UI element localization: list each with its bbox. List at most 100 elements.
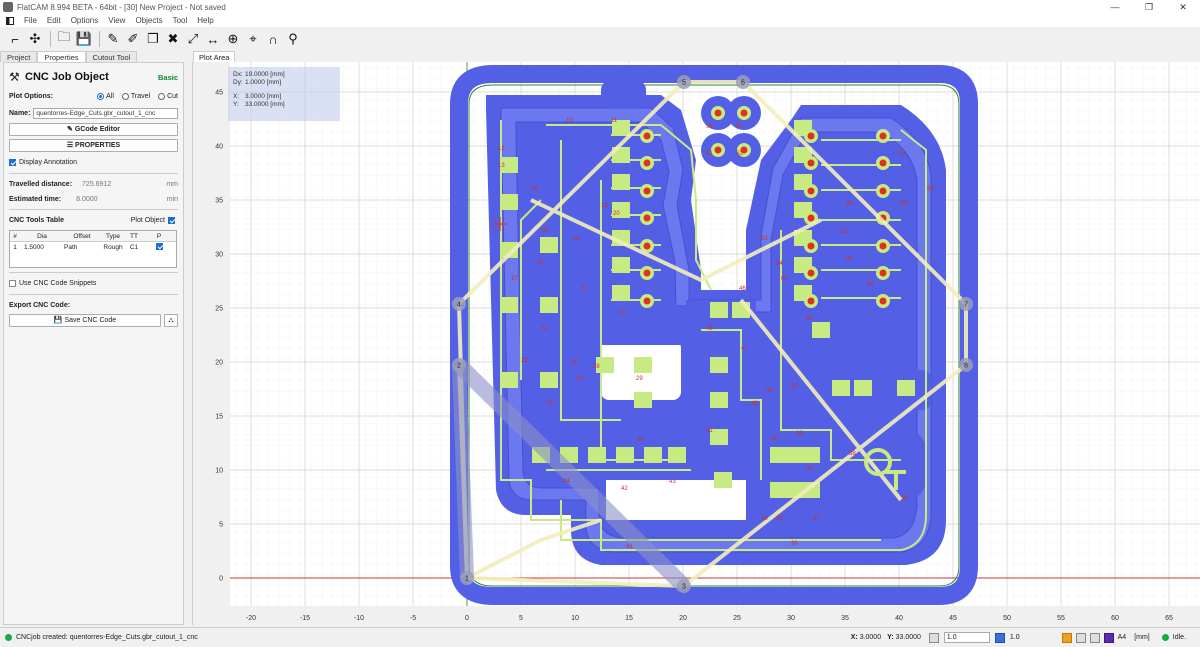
tab-cutout-tool[interactable]: Cutout Tool	[85, 51, 138, 62]
annotation-number: 61	[706, 151, 713, 157]
annotation-number: 51	[806, 316, 813, 322]
delete-icon[interactable]: ✖	[164, 30, 182, 48]
units-label[interactable]: [mm]	[1134, 634, 1150, 641]
status-y-value: 33.0000	[895, 634, 921, 641]
app-level-label[interactable]: Basic	[158, 73, 178, 82]
save-icon[interactable]: 💾	[75, 30, 93, 48]
drill-hole	[879, 269, 887, 277]
settings-icon[interactable]	[1075, 632, 1086, 643]
cnc-job-icon: ⚒	[9, 70, 20, 84]
plot-object-checkbox[interactable]	[168, 217, 175, 224]
table-row[interactable]: 1 1.5000 Path Rough C1	[10, 242, 176, 253]
screen-icon[interactable]	[1089, 632, 1100, 643]
travel-point-label: 1	[465, 576, 469, 583]
hud-icon[interactable]	[1103, 632, 1114, 643]
distance-icon[interactable]: ↔	[204, 30, 222, 48]
annotation-number: 32	[771, 436, 778, 442]
x-tick-label: 25	[733, 615, 741, 622]
location-pin-icon[interactable]: ⚲	[284, 30, 302, 48]
maximize-button[interactable]: ❐	[1132, 0, 1166, 14]
y-tick-label: 15	[215, 414, 223, 421]
edit-pencil-icon[interactable]: ✎	[104, 30, 122, 48]
save-cnc-code-button[interactable]: 💾 Save CNC Code	[9, 314, 161, 327]
plot-object-label: Plot Object	[130, 217, 165, 224]
menu-help[interactable]: Help	[192, 16, 218, 25]
snap-icon[interactable]	[1061, 632, 1072, 643]
tab-plot-area[interactable]: Plot Area	[193, 51, 236, 62]
annotation-number: 23	[521, 358, 528, 364]
menu-file[interactable]: File	[19, 16, 42, 25]
crosshair-icon[interactable]: ⊕	[224, 30, 242, 48]
grid-x-input[interactable]: 1.0	[943, 632, 990, 643]
plot-canvas[interactable]: 10 11121314151617181920212223242526272829…	[193, 62, 1200, 625]
pad	[802, 447, 820, 463]
estimated-time-value: 8.0000	[76, 195, 98, 203]
jump-to-icon[interactable]: ✣	[26, 30, 44, 48]
grid-lock-icon[interactable]	[994, 632, 1005, 643]
annotation-number: 57	[899, 151, 906, 157]
annotation-number: 59	[706, 124, 713, 130]
menu-view[interactable]: View	[103, 16, 130, 25]
minimize-button[interactable]: —	[1098, 0, 1132, 14]
dock-toggle-icon[interactable]	[6, 16, 14, 25]
magnet-icon[interactable]: ∩	[264, 30, 282, 48]
menu-objects[interactable]: Objects	[130, 16, 167, 25]
x-tick-label: 45	[949, 615, 957, 622]
status-y-label: Y:	[887, 634, 894, 641]
drill-hole	[643, 187, 651, 195]
drill-hole	[879, 242, 887, 250]
plot-area[interactable]: 10 11 12 13 14 15 16 17 18 19 20 21 22 23 24 25 26 27 28 29…	[192, 62, 1200, 625]
close-button[interactable]: ✕	[1166, 0, 1200, 14]
resize-icon[interactable]: ⤢	[184, 30, 202, 48]
annotation-number: 35	[776, 516, 783, 522]
col-offset: Offset	[73, 232, 91, 240]
dx-label: Dx:	[233, 71, 243, 78]
use-snippets-checkbox[interactable]	[9, 280, 16, 287]
gcode-editor-button[interactable]: ✎ GCode Editor	[9, 123, 178, 136]
annotation-number: 21	[581, 286, 588, 292]
dy-value: 1.0000 [mm]	[245, 79, 282, 86]
title-bar: FlatCAM 8.994 BETA - 64bit - [30] New Pr…	[0, 0, 1200, 14]
pad	[710, 302, 728, 318]
annotation-number: 29	[636, 376, 643, 382]
annotation-number: 26	[576, 376, 583, 382]
target-icon[interactable]: ⌖	[244, 30, 262, 48]
annotation-number: 14	[531, 186, 538, 192]
x-tick-label: 0	[465, 615, 469, 622]
cell-dia: 1.5000	[24, 244, 44, 251]
drill-hole	[879, 132, 887, 140]
annotation-number: 17	[511, 276, 518, 282]
drill-hole	[643, 297, 651, 305]
annotation-number: 58	[927, 186, 934, 192]
radio-cut[interactable]	[158, 93, 166, 100]
display-annotation-checkbox[interactable]	[9, 159, 16, 166]
open-folder-icon[interactable]: 🗀	[55, 29, 73, 48]
tool-plot-checkbox[interactable]	[155, 243, 163, 250]
annotation-number: 28	[593, 364, 600, 370]
review-icon[interactable]: ⛬	[164, 314, 178, 327]
y-tick-label: 30	[215, 252, 223, 259]
edit-document-icon[interactable]: ✐	[124, 30, 142, 48]
annotation-number: 33	[796, 431, 803, 437]
origin-icon[interactable]: ⌐	[6, 30, 24, 48]
copy-icon[interactable]: ❐	[144, 30, 162, 48]
properties-button[interactable]: ☰ PROPERTIES	[9, 139, 178, 152]
status-message: CNCjob created: quentorres-Edge_Cuts.gbr…	[16, 633, 198, 641]
travelled-distance-label: Travelled distance:	[9, 180, 73, 188]
paper-size[interactable]: A4	[1118, 634, 1127, 641]
name-input[interactable]: quentorres-Edge_Cuts.gbr_cutout_1_cnc	[33, 108, 178, 119]
grid-x-icon[interactable]	[928, 632, 939, 643]
travel-point-label: 8	[964, 363, 968, 370]
menu-tool[interactable]: Tool	[168, 16, 193, 25]
estimated-time-unit: min	[166, 195, 178, 203]
travel-point-label: 6	[741, 80, 745, 87]
tab-project[interactable]: Project	[0, 51, 38, 62]
radio-all[interactable]	[97, 93, 105, 100]
annotation-number: 31	[706, 428, 713, 434]
menu-edit[interactable]: Edit	[42, 16, 66, 25]
menu-options[interactable]: Options	[66, 16, 104, 25]
tab-properties[interactable]: Properties	[37, 51, 86, 62]
grid-y-value[interactable]: 1.0	[1010, 634, 1020, 641]
annotation-number: 20	[613, 211, 620, 217]
radio-travel[interactable]	[121, 93, 129, 100]
